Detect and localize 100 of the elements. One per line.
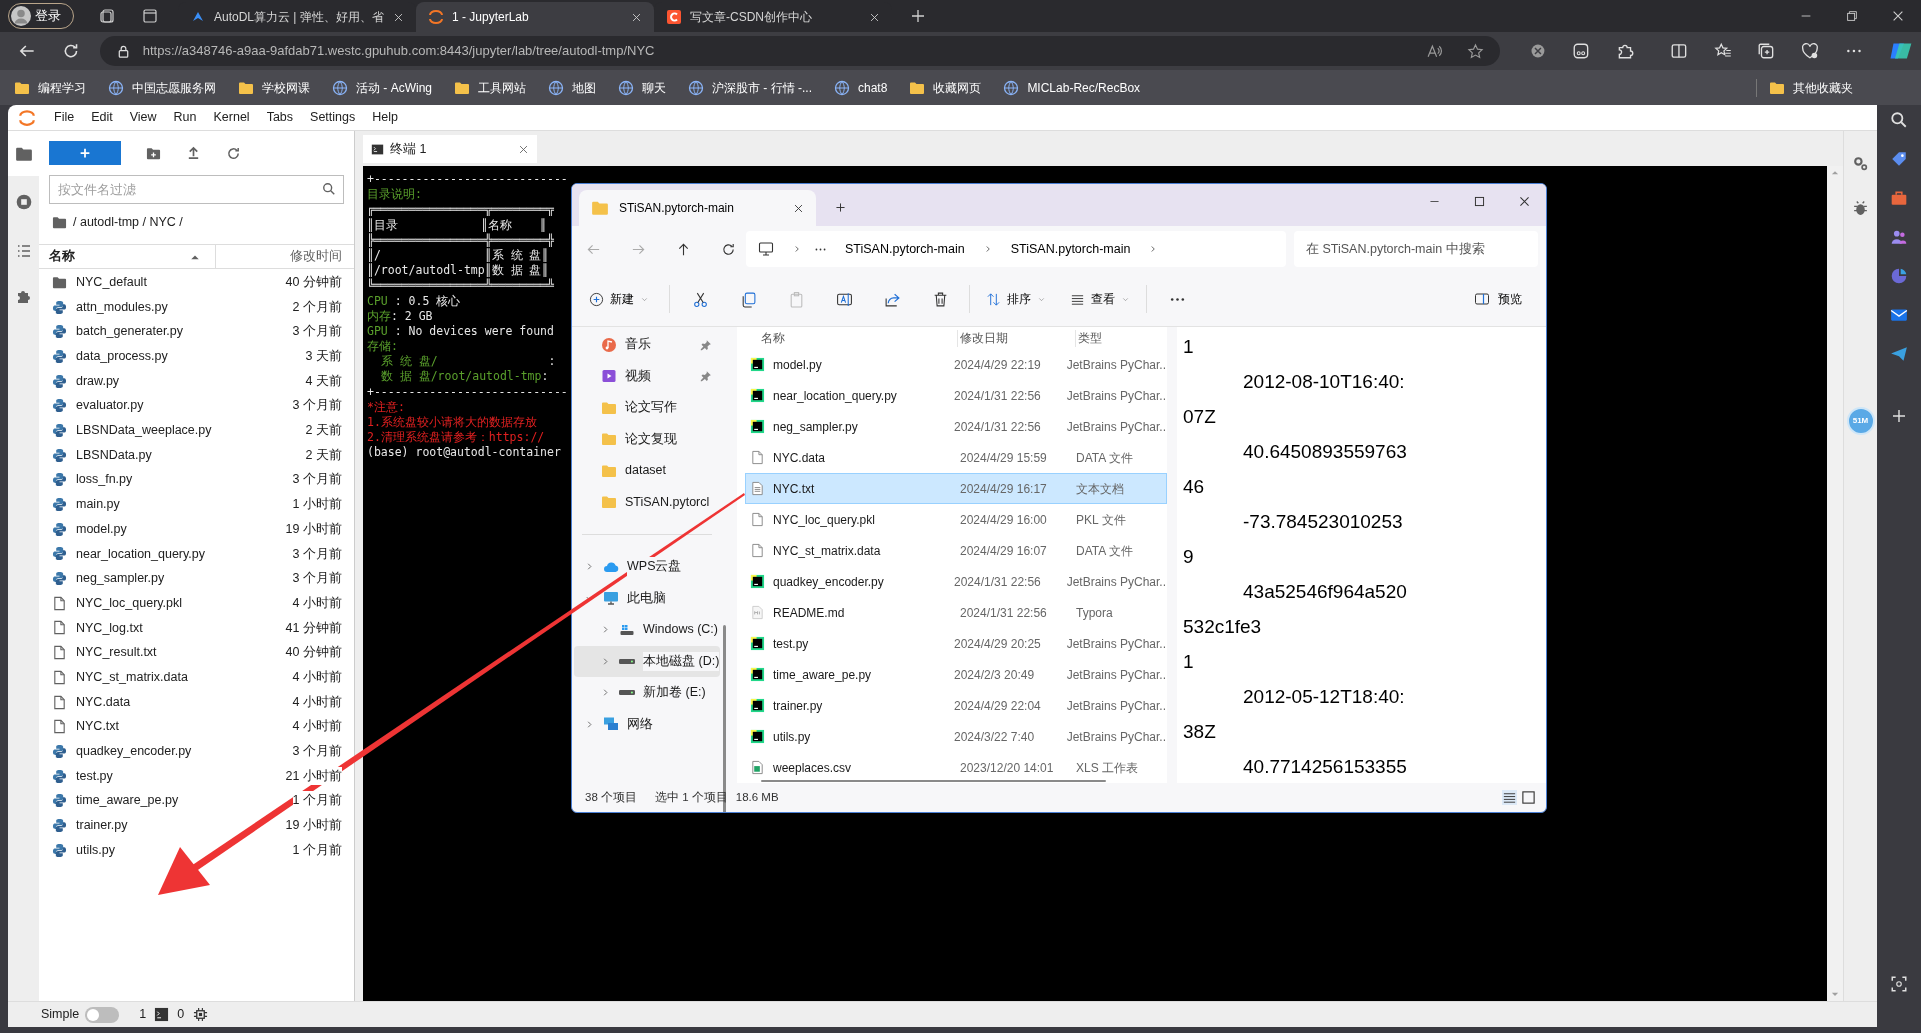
copy-icon[interactable] (740, 290, 757, 308)
people-icon[interactable] (1890, 228, 1908, 246)
tiles-view-icon[interactable] (1521, 790, 1536, 805)
terminal-tab[interactable]: 终端 1 (363, 135, 537, 163)
workspaces-icon[interactable] (100, 8, 116, 24)
file-row[interactable]: main.py 1 小时前 (39, 492, 354, 517)
close-icon[interactable] (393, 11, 404, 23)
breadcrumb-item[interactable]: STiSAN.pytorch-main (845, 239, 965, 259)
bookmark-link[interactable]: 中国志愿服务网 (108, 78, 216, 97)
refresh-icon[interactable] (226, 145, 241, 161)
running-icon[interactable] (14, 193, 33, 211)
preview-pane-button[interactable]: 预览 (1474, 290, 1522, 308)
debugger-icon[interactable] (1852, 200, 1869, 217)
read-aloud-icon[interactable] (1425, 42, 1443, 60)
file-row[interactable]: weeplaces.csv 2023/12/20 14:01 XLS 工作表 (745, 752, 1167, 783)
bookmark-link[interactable]: 地图 (548, 78, 596, 97)
delete-icon[interactable] (932, 290, 949, 308)
nav-tree-item[interactable]: WPS云盘 (574, 551, 720, 583)
refresh-icon[interactable] (721, 241, 736, 257)
toolbox-icon[interactable] (1890, 189, 1908, 207)
maximize-icon[interactable] (1473, 195, 1486, 208)
kernel-count[interactable]: 0 (177, 1005, 185, 1024)
file-row[interactable]: NYC_log.txt 41 分钟前 (39, 615, 354, 641)
simple-mode-toggle[interactable] (85, 1006, 120, 1023)
new-tab-icon[interactable] (834, 201, 847, 214)
menu-item[interactable]: Edit (91, 108, 113, 127)
nav-tree-item[interactable]: 网络 (574, 708, 720, 740)
file-row[interactable]: batch_generater.py 3 个月前 (39, 319, 354, 345)
folder-icon[interactable] (52, 214, 67, 230)
nav-item[interactable]: 论文复现 (574, 423, 720, 455)
address-bar[interactable]: STiSAN.pytorch-main STiSAN.pytorch-main (746, 231, 1286, 267)
nav-item[interactable]: 论文写作 (574, 392, 720, 424)
property-inspector-icon[interactable] (1852, 155, 1869, 172)
terminal-count[interactable]: 1 (139, 1005, 147, 1024)
menu-item[interactable]: Settings (310, 108, 356, 127)
file-row[interactable]: model.py 2024/4/29 22:19 JetBrains PyChar.. (745, 349, 1167, 380)
bookmark-link[interactable]: 收藏网页 (909, 78, 982, 97)
file-row[interactable]: data_process.py 3 天前 (39, 344, 354, 369)
file-row[interactable]: attn_modules.py 2 个月前 (39, 294, 354, 320)
file-row[interactable]: quadkey_encoder.py 2024/1/31 22:56 JetBrains PyChar.. (745, 566, 1167, 597)
tag-icon[interactable] (1890, 150, 1908, 168)
close-icon[interactable] (793, 202, 804, 214)
restore-icon[interactable] (1845, 9, 1859, 23)
file-row[interactable]: time_aware_pe.py 2024/2/3 20:49 JetBrains PyChar.. (745, 659, 1167, 690)
menu-item[interactable]: View (129, 108, 157, 127)
file-row[interactable]: NYC_st_matrix.data 2024/4/29 16:07 DATA 文件 (745, 535, 1167, 566)
favorites-icon[interactable] (1713, 42, 1732, 60)
file-row[interactable]: near_location_query.py 2024/1/31 22:56 JetBrains PyChar.. (745, 380, 1167, 411)
file-row[interactable]: near_location_query.py 3 个月前 (39, 541, 354, 567)
nav-item[interactable]: 音乐 (574, 329, 720, 361)
file-row[interactable]: neg_sampler.py 3 个月前 (39, 566, 354, 591)
filter-field[interactable]: 按文件名过滤 (49, 175, 344, 204)
breadcrumb[interactable]: / autodl-tmp / NYC / (73, 212, 183, 232)
file-row[interactable]: model.py 19 小时前 (39, 516, 354, 542)
collections-icon[interactable] (1757, 42, 1776, 60)
column-header[interactable]: 名称 (39, 245, 216, 268)
heart-pulse-icon[interactable] (1801, 42, 1820, 60)
file-row[interactable]: NYC_default 40 分钟前 (39, 270, 354, 295)
rename-icon[interactable] (836, 290, 853, 308)
view-button[interactable]: 查看 (1070, 290, 1130, 308)
close-icon[interactable] (1891, 9, 1905, 23)
file-row[interactable]: NYC_loc_query.pkl 4 小时前 (39, 590, 354, 616)
file-row[interactable]: NYC_result.txt 40 分钟前 (39, 640, 354, 665)
menu-item[interactable]: Run (173, 108, 197, 127)
new-button[interactable]: 新建 (589, 290, 649, 308)
screenshot-icon[interactable] (1890, 975, 1908, 993)
file-row[interactable]: LBSNData.py 2 天前 (39, 442, 354, 468)
bookmark-link[interactable]: 编程学习 (14, 78, 86, 97)
nav-tree-item[interactable]: Windows (C:) (574, 614, 720, 646)
file-row[interactable]: NYC.txt 2024/4/29 16:17 文本文档 (745, 473, 1167, 504)
close-icon[interactable] (869, 11, 880, 23)
send-icon[interactable] (1890, 345, 1908, 363)
nav-tree-item[interactable]: 本地磁盘 (D:) (574, 645, 720, 677)
file-row[interactable]: test.py 21 小时前 (39, 763, 354, 789)
column-header[interactable]: 名称 (745, 329, 957, 347)
file-row[interactable]: neg_sampler.py 2024/1/31 22:56 JetBrains PyChar.. (745, 411, 1167, 442)
breadcrumb-item[interactable]: STiSAN.pytorch-main (1010, 239, 1131, 259)
file-row[interactable]: NYC_loc_query.pkl 2024/4/29 16:00 PKL 文件 (745, 504, 1167, 535)
bookmark-link[interactable]: 工具网站 (454, 78, 526, 97)
file-row[interactable]: NYC.data 2024/4/29 15:59 DATA 文件 (745, 442, 1167, 473)
bookmark-link[interactable]: 聊天 (618, 78, 666, 97)
menu-item[interactable]: Tabs (266, 108, 294, 127)
file-row[interactable]: loss_fn.py 3 个月前 (39, 467, 354, 493)
address-bar[interactable]: https://a348746-a9aa-9afdab71.westc.gpuhub.com:8443/jupyter/lab/tree/autodl-tmp/NYC (99, 36, 1500, 66)
plus-icon[interactable] (1891, 408, 1907, 424)
bookmark-link[interactable]: chat8 (834, 78, 888, 97)
split-screen-icon[interactable] (1669, 42, 1688, 60)
column-header[interactable]: 类型 (1075, 329, 1102, 347)
cut-icon[interactable] (692, 290, 709, 308)
bookmark-link[interactable]: 活动 - AcWing (332, 78, 432, 97)
nav-item[interactable]: 视频 (574, 360, 720, 392)
file-row[interactable]: NYC.txt 4 小时前 (39, 714, 354, 740)
bookmark-link[interactable]: 沪深股市 - 行情 -... (688, 78, 812, 97)
search-icon[interactable] (1890, 111, 1908, 129)
close-icon[interactable] (631, 11, 642, 23)
nav-item[interactable]: dataset (574, 455, 720, 487)
bookmark-link[interactable]: 学校网课 (238, 78, 310, 97)
sort-button[interactable]: 排序 (986, 290, 1046, 308)
tab-actions-icon[interactable] (142, 8, 158, 24)
browser-tab[interactable]: 1 - JupyterLab (416, 2, 654, 32)
